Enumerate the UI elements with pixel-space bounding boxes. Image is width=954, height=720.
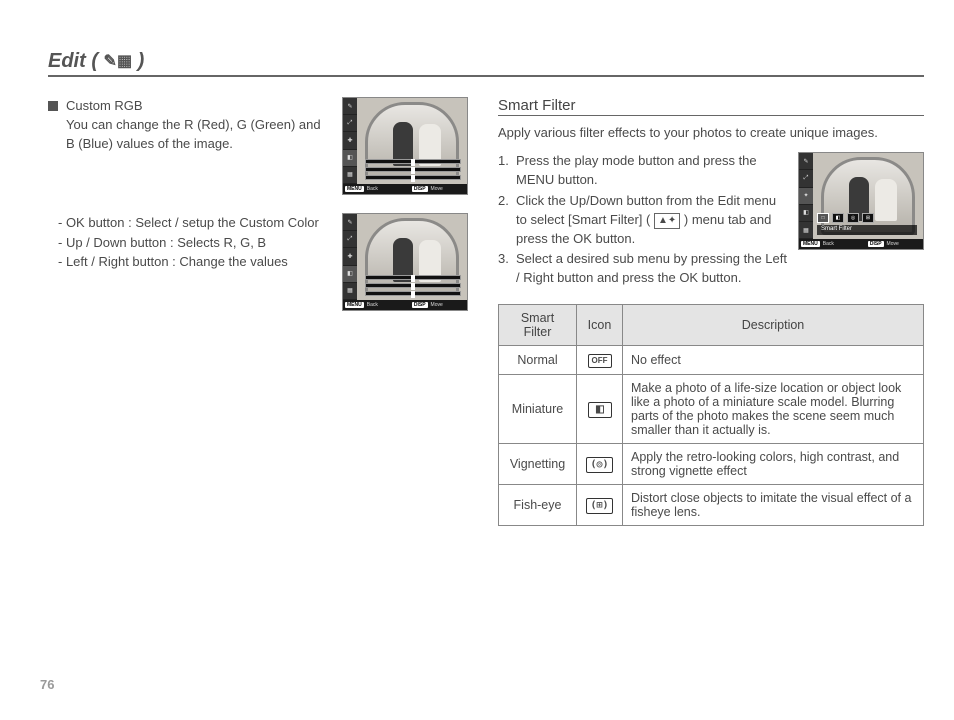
fisheye-icon: (⊞) [586, 498, 612, 514]
table-row: Fish-eye (⊞) Distort close objects to im… [499, 485, 924, 526]
smart-filter-subtitle: Smart Filter [498, 97, 576, 114]
side-icon: ✎ [799, 153, 813, 170]
th-name: Smart Filter [499, 305, 577, 346]
miniature-icon: ◧ [588, 402, 612, 418]
menu-badge: MENU [345, 186, 364, 192]
side-icon: ✚ [343, 132, 357, 149]
disp-badge: DISP [412, 302, 428, 308]
control-list: - OK button : Select / setup the Custom … [48, 213, 332, 311]
smart-filter-intro: Apply various filter effects to your pho… [498, 124, 924, 142]
disp-badge: DISP [868, 241, 884, 247]
move-label: Move [431, 186, 443, 192]
custom-rgb-desc: You can change the R (Red), G (Green) an… [66, 117, 321, 151]
bullet-square-icon [48, 101, 58, 111]
filter-label: Smart Filter [817, 225, 917, 235]
filter-thumb-icon: ◎ [847, 213, 859, 223]
side-icon: ⤢ [343, 115, 357, 132]
control-item: - Up / Down button : Selects R, G, B [58, 233, 332, 253]
control-item: - OK button : Select / setup the Custom … [58, 213, 332, 233]
filter-name: Miniature [499, 375, 577, 444]
vignetting-icon: (◎) [586, 457, 612, 473]
move-label: Move [431, 302, 443, 308]
back-label: Back [367, 302, 378, 308]
move-label: Move [887, 241, 899, 247]
table-row: Normal OFF No effect [499, 346, 924, 375]
control-item: - Left / Right button : Change the value… [58, 252, 332, 272]
side-icon: ⤢ [799, 170, 813, 187]
th-desc: Description [623, 305, 924, 346]
right-column: Smart Filter Apply various filter effect… [498, 97, 924, 526]
side-icon: ▦ [343, 167, 357, 184]
side-icon: ✎ [343, 214, 357, 231]
th-icon: Icon [577, 305, 623, 346]
filter-desc: Apply the retro-looking colors, high con… [623, 444, 924, 485]
side-icon: ✚ [343, 248, 357, 265]
filter-desc: Distort close objects to imitate the vis… [623, 485, 924, 526]
camera-preview-smart-filter: ✎ ⤢ ✦ ◧ ▦ □ ◧ ◎ ⊞ Smart Filter MENU [798, 152, 924, 250]
side-icon: ▦ [799, 222, 813, 239]
filter-desc: Make a photo of a life-size location or … [623, 375, 924, 444]
camera-preview-rgb-1: ✎ ⤢ ✚ ◧ ▦ MENU Back DISP [342, 97, 468, 195]
left-column: Custom RGB You can change the R (Red), G… [48, 97, 468, 526]
filter-name: Vignetting [499, 444, 577, 485]
filter-thumb-icon: □ [817, 213, 829, 223]
side-icon: ✎ [343, 98, 357, 115]
step-number: 3. [498, 250, 512, 288]
custom-rgb-block: Custom RGB You can change the R (Red), G… [66, 97, 332, 154]
smart-filter-table: Smart Filter Icon Description Normal OFF… [498, 304, 924, 526]
filter-thumb-icon: ◧ [832, 213, 844, 223]
side-icon: ◧ [343, 150, 357, 167]
steps-list: 1. Press the play mode button and press … [498, 152, 788, 290]
filter-name: Normal [499, 346, 577, 375]
side-icon: ◧ [343, 266, 357, 283]
step-text: Select a desired sub menu by pressing th… [516, 250, 788, 288]
disp-badge: DISP [412, 186, 428, 192]
side-icon: ✦ [799, 188, 813, 205]
step-text: Click the Up/Down button from the Edit m… [516, 192, 788, 249]
back-label: Back [367, 186, 378, 192]
side-icon: ◧ [799, 205, 813, 222]
table-header-row: Smart Filter Icon Description [499, 305, 924, 346]
table-row: Miniature ◧ Make a photo of a life-size … [499, 375, 924, 444]
camera-preview-rgb-2: ✎ ⤢ ✚ ◧ ▦ MENU Back DISP [342, 213, 468, 311]
back-label: Back [823, 241, 834, 247]
page-title: Edit ( ✎▦ ) [48, 50, 144, 72]
menu-badge: MENU [345, 302, 364, 308]
menu-badge: MENU [801, 241, 820, 247]
title-prefix: Edit ( [48, 50, 104, 72]
step-number: 1. [498, 152, 512, 190]
filter-thumb-icon: ⊞ [862, 213, 874, 223]
edit-palette-icon: ✎▦ [104, 53, 133, 70]
table-row: Vignetting (◎) Apply the retro-looking c… [499, 444, 924, 485]
step-number: 2. [498, 192, 512, 249]
smart-filter-icon: ▲✦ [654, 213, 680, 230]
title-suffix: ) [132, 50, 144, 72]
filter-name: Fish-eye [499, 485, 577, 526]
custom-rgb-heading: Custom RGB [66, 97, 332, 116]
step-text: Press the play mode button and press the… [516, 152, 788, 190]
side-icon: ▦ [343, 283, 357, 300]
filter-desc: No effect [623, 346, 924, 375]
title-rule: Edit ( ✎▦ ) [48, 50, 924, 77]
normal-off-icon: OFF [588, 354, 612, 368]
side-icon: ⤢ [343, 231, 357, 248]
page-number: 76 [40, 677, 54, 692]
